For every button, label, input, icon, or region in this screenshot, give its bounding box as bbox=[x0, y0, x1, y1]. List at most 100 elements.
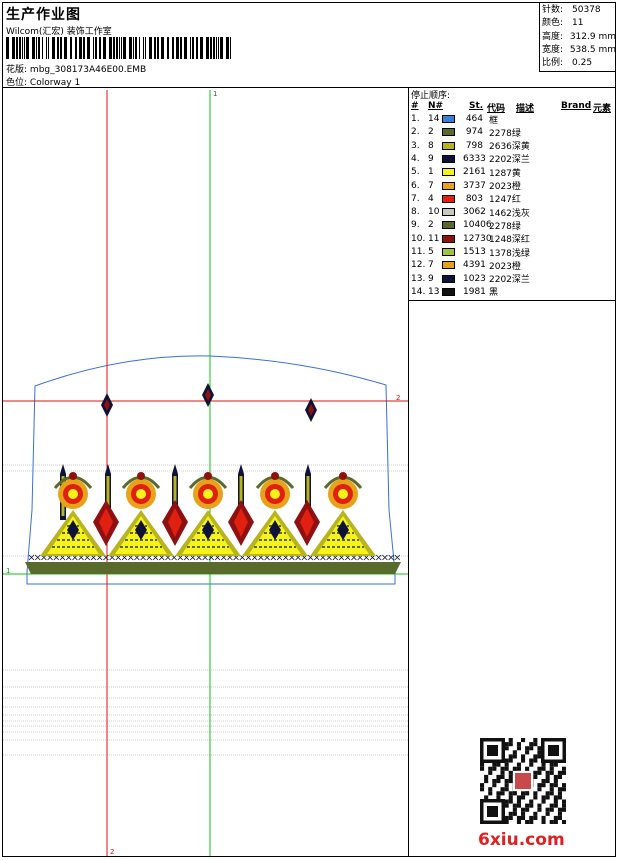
barcode-bar bbox=[226, 37, 229, 59]
qr-module bbox=[492, 766, 497, 771]
qr-module bbox=[521, 738, 526, 743]
qr-module bbox=[541, 795, 546, 800]
thread-description: 橙 bbox=[511, 182, 521, 192]
thread-needle: 4 bbox=[428, 193, 434, 204]
qr-module bbox=[549, 770, 554, 775]
qr-module bbox=[500, 787, 505, 792]
qr-module bbox=[557, 807, 562, 812]
thread-stitches: 1513 bbox=[463, 247, 486, 257]
design-height: 高度: 312.9 mm bbox=[542, 31, 616, 42]
qr-module bbox=[545, 807, 550, 812]
qr-module bbox=[549, 791, 554, 796]
flower-bud bbox=[339, 472, 347, 480]
qr-module bbox=[488, 770, 493, 775]
barcode-bar bbox=[60, 37, 62, 59]
thread-code: 2202 bbox=[489, 155, 512, 166]
qr-module bbox=[557, 774, 562, 779]
barcode-bar bbox=[36, 37, 37, 59]
barcode-bar bbox=[133, 37, 134, 59]
qr-module bbox=[545, 811, 550, 816]
thread-code: 2636 bbox=[489, 142, 512, 153]
thread-stitches: 1981 bbox=[463, 286, 486, 297]
barcode-bar bbox=[32, 37, 35, 59]
thread-needle: 13 bbox=[428, 286, 440, 297]
barcode-bar bbox=[103, 37, 106, 59]
qr-module bbox=[492, 762, 497, 767]
qr-module bbox=[484, 774, 489, 779]
stats-bottom-line bbox=[539, 71, 616, 72]
qr-module bbox=[553, 783, 558, 788]
qr-module bbox=[537, 807, 542, 812]
barcode-bar bbox=[220, 37, 223, 59]
qr-module bbox=[545, 779, 550, 784]
guide-mark-right: 2 bbox=[396, 394, 400, 402]
qr-module bbox=[504, 766, 509, 771]
thread-color-swatch bbox=[442, 128, 455, 137]
barcode-bar bbox=[167, 37, 169, 59]
qr-module bbox=[504, 803, 509, 808]
barcode-bar bbox=[52, 37, 55, 59]
thread-row: 6. 7 3737 2023橙 bbox=[410, 181, 616, 193]
thread-index: 12. bbox=[411, 260, 426, 271]
site-watermark[interactable]: 6xiu.com bbox=[478, 830, 565, 850]
qr-module bbox=[541, 779, 546, 784]
col-element: 元素 bbox=[593, 104, 612, 114]
qr-module bbox=[529, 746, 534, 751]
thread-description: 黄 bbox=[511, 168, 521, 179]
qr-module bbox=[521, 758, 526, 763]
qr-module bbox=[504, 799, 509, 804]
barcode-bar bbox=[200, 37, 203, 59]
qr-module bbox=[492, 783, 497, 788]
barcode-bar bbox=[46, 37, 47, 59]
thread-color-swatch bbox=[442, 194, 455, 203]
qr-module bbox=[480, 762, 485, 767]
qr-module bbox=[545, 770, 550, 775]
qr-module bbox=[562, 807, 566, 812]
thread-description: 浅绿 bbox=[511, 248, 530, 259]
qr-code[interactable] bbox=[480, 738, 566, 824]
barcode-bar bbox=[190, 37, 191, 59]
thread-row: 1. 14 464 框 bbox=[410, 114, 616, 126]
thread-row: 13. 9 1023 2202深兰 bbox=[410, 274, 616, 286]
barcode-bar bbox=[22, 37, 23, 59]
qr-module bbox=[508, 811, 513, 816]
qr-module bbox=[500, 766, 505, 771]
qr-module bbox=[516, 799, 521, 804]
qr-module bbox=[504, 783, 509, 788]
qr-module bbox=[557, 791, 562, 796]
barcode-bar bbox=[192, 37, 194, 59]
barcode-bar bbox=[121, 37, 122, 59]
flower-center bbox=[338, 489, 348, 499]
qr-module bbox=[533, 815, 538, 820]
thread-index: 5. bbox=[411, 167, 420, 178]
thread-needle: 9 bbox=[428, 153, 434, 164]
barcode-bar bbox=[218, 37, 219, 59]
barcode-bar bbox=[143, 37, 144, 59]
qr-module bbox=[488, 787, 493, 792]
qr-module bbox=[512, 791, 517, 796]
barcode-bar bbox=[93, 37, 94, 59]
qr-module bbox=[549, 783, 554, 788]
barcode-bar bbox=[213, 37, 215, 59]
qr-module bbox=[533, 811, 538, 816]
thread-index: 7. bbox=[411, 193, 420, 204]
thread-index: 11. bbox=[411, 247, 426, 257]
thread-color-swatch bbox=[442, 221, 455, 230]
thread-code: 2023 bbox=[489, 182, 512, 192]
qr-module bbox=[525, 791, 530, 796]
thread-row: 9. 2 10406 2278绿 bbox=[410, 220, 616, 232]
thread-color-swatch bbox=[442, 234, 455, 243]
thread-color-swatch bbox=[442, 115, 455, 123]
qr-module bbox=[562, 799, 566, 804]
thread-row: 3. 8 798 2636深黄 bbox=[410, 141, 616, 153]
barcode-bar bbox=[123, 37, 126, 59]
cross-stitch bbox=[382, 554, 388, 561]
barcode-bar bbox=[99, 37, 101, 59]
qr-module bbox=[525, 746, 530, 751]
thread-stitches: 974 bbox=[465, 127, 483, 138]
thread-description: 深红 bbox=[511, 235, 530, 246]
thread-needle: 5 bbox=[428, 247, 434, 257]
qr-module bbox=[521, 754, 526, 759]
thread-code: 2202 bbox=[489, 275, 512, 286]
qr-module bbox=[508, 779, 513, 784]
